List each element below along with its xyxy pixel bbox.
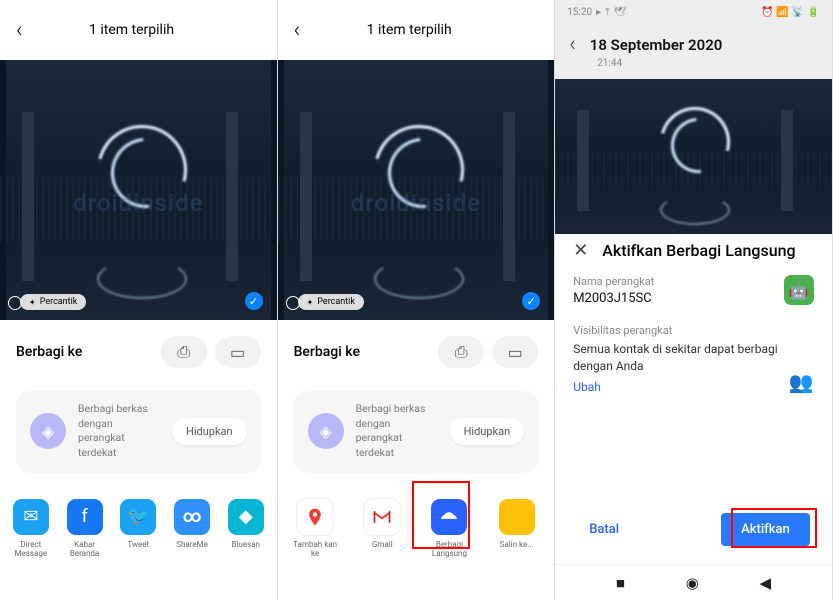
selected-checkmark-icon[interactable]: ✓ (245, 292, 263, 310)
screen-icon: ▭ (508, 343, 523, 362)
ubah-link[interactable]: Ubah (573, 380, 789, 394)
cast-button[interactable]: ▭ (215, 336, 261, 368)
maps-icon (297, 499, 333, 535)
visibility-desc: Semua kontak di sekitar dapat berbagi de… (573, 341, 789, 375)
watermark: droidinside (351, 189, 481, 217)
nav-back-icon[interactable]: ◀ (760, 574, 772, 592)
close-icon[interactable]: ✕ (573, 240, 588, 261)
watermark: droidinside (73, 189, 203, 217)
nearby-text: Berbagi berkas dengan perangkat terdekat (78, 402, 160, 461)
sheet-actions: Batal Aktifkan (573, 505, 814, 556)
topbar-title: 1 item terpilih (3, 22, 261, 38)
percantik-button[interactable]: Percantik (20, 294, 86, 310)
youtube-icon: ▸ (596, 7, 601, 18)
nav-home-icon[interactable]: ◉ (686, 574, 699, 592)
bottom-sheet: ✕ Aktifkan Berbagi Langsung Nama perangk… (555, 226, 832, 564)
header-time: 21:44 (597, 58, 818, 69)
twitter-status-icon: 🕊 (614, 7, 627, 18)
app-gmail[interactable]: Gmail (357, 499, 407, 559)
sheet-header: ✕ Aktifkan Berbagi Langsung (573, 240, 814, 261)
app-bluesan[interactable]: ◆Bluesan (221, 499, 271, 559)
header-date: 18 September 2020 (590, 36, 723, 54)
photo-background (555, 79, 832, 234)
screen-3: 15:20 ▸ ⤒ 🕊 ⏰ 📶 📡 🔋 ‹ 18 September 2020 … (555, 0, 833, 600)
alarm-icon: ⏰ (761, 7, 773, 18)
status-time: 15:20 (567, 7, 592, 18)
nearby-icon: ◈ (308, 413, 344, 449)
highlight-berbagi-langsung (412, 481, 470, 549)
nearby-share-row: ◈ Berbagi berkas dengan perangkat terdek… (294, 390, 539, 473)
topbar: ‹ 1 item terpilih (278, 0, 555, 60)
nav-bar: ■ ◉ ◀ (555, 564, 832, 600)
screen-2: ‹ 1 item terpilih droidinside Percantik … (278, 0, 556, 600)
screen-1: ‹ 1 item terpilih droidinside Percantik … (0, 0, 278, 600)
gmail-icon (364, 499, 400, 535)
app-tweet[interactable]: 🐦Tweet (113, 499, 163, 559)
hidupkan-button[interactable]: Hidupkan (172, 418, 247, 445)
android-icon: 🤖 (784, 275, 814, 305)
facebook-icon: f (67, 499, 103, 535)
visibility-row: Visibilitas perangkat Semua kontak di se… (573, 324, 814, 394)
device-name-value: M2003J15SC (573, 291, 784, 306)
share-apps-row: ✉Direct Message fKabar Beranda 🐦Tweet ∞S… (0, 485, 277, 573)
battery-icon: 🔋 (807, 7, 819, 18)
nearby-icon: ◈ (30, 413, 66, 449)
twitter-dm-icon: ✉ (13, 499, 49, 535)
share-label: Berbagi ke (294, 344, 431, 360)
app-tambahkan[interactable]: Tambah kan ke (290, 499, 340, 559)
back-icon[interactable]: ‹ (569, 32, 576, 57)
cast-button[interactable]: ▭ (492, 336, 538, 368)
share-header: Berbagi ke ⎙ ▭ (278, 320, 555, 378)
twitter-icon: 🐦 (120, 499, 156, 535)
folder-icon (499, 499, 535, 535)
share-apps-row: Tambah kan ke Gmail Berbagi Langsung Sal… (278, 485, 555, 573)
nearby-share-row: ◈ Berbagi berkas dengan perangkat terdek… (16, 390, 261, 473)
batal-button[interactable]: Batal (577, 514, 631, 545)
nav-recent-icon[interactable]: ■ (616, 574, 625, 592)
highlight-aktifkan (731, 508, 817, 548)
device-name-row[interactable]: Nama perangkat M2003J15SC 🤖 (573, 275, 814, 306)
people-icon: 👥 (789, 370, 814, 394)
app-direct-message[interactable]: ✉Direct Message (6, 499, 56, 559)
upload-icon: ⤒ (605, 7, 609, 18)
printer-icon: ⎙ (177, 342, 190, 362)
hidupkan-button[interactable]: Hidupkan (450, 418, 525, 445)
shareme-icon: ∞ (174, 499, 210, 535)
gallery-header: ‹ 18 September 2020 21:44 (555, 24, 832, 79)
wifi-icon: 📡 (792, 7, 804, 18)
print-button[interactable]: ⎙ (161, 336, 207, 368)
app-shareme[interactable]: ∞ShareMe (167, 499, 217, 559)
printer-icon: ⎙ (455, 342, 468, 362)
share-header: Berbagi ke ⎙ ▭ (0, 320, 277, 378)
screen-icon: ▭ (230, 343, 245, 362)
print-button[interactable]: ⎙ (438, 336, 484, 368)
app-kabar-beranda[interactable]: fKabar Beranda (60, 499, 110, 559)
topbar-title: 1 item terpilih (280, 22, 538, 38)
signal-icon: 📶 (776, 7, 788, 18)
device-name-label: Nama perangkat (573, 275, 784, 288)
photo-preview[interactable]: droidinside Percantik ✓ (0, 60, 277, 320)
nearby-text: Berbagi berkas dengan perangkat terdekat (356, 402, 438, 461)
share-label: Berbagi ke (16, 344, 153, 360)
selected-checkmark-icon[interactable]: ✓ (522, 292, 540, 310)
visibility-label: Visibilitas perangkat (573, 324, 789, 337)
blue-icon: ◆ (228, 499, 264, 535)
sheet-title: Aktifkan Berbagi Langsung (602, 241, 795, 260)
app-salin[interactable]: Salin ke... (492, 499, 542, 559)
topbar: ‹ 1 item terpilih (0, 0, 277, 60)
status-bar: 15:20 ▸ ⤒ 🕊 ⏰ 📶 📡 🔋 (555, 0, 832, 24)
photo-preview[interactable]: droidinside Percantik ✓ (278, 60, 555, 320)
percantik-button[interactable]: Percantik (298, 294, 364, 310)
